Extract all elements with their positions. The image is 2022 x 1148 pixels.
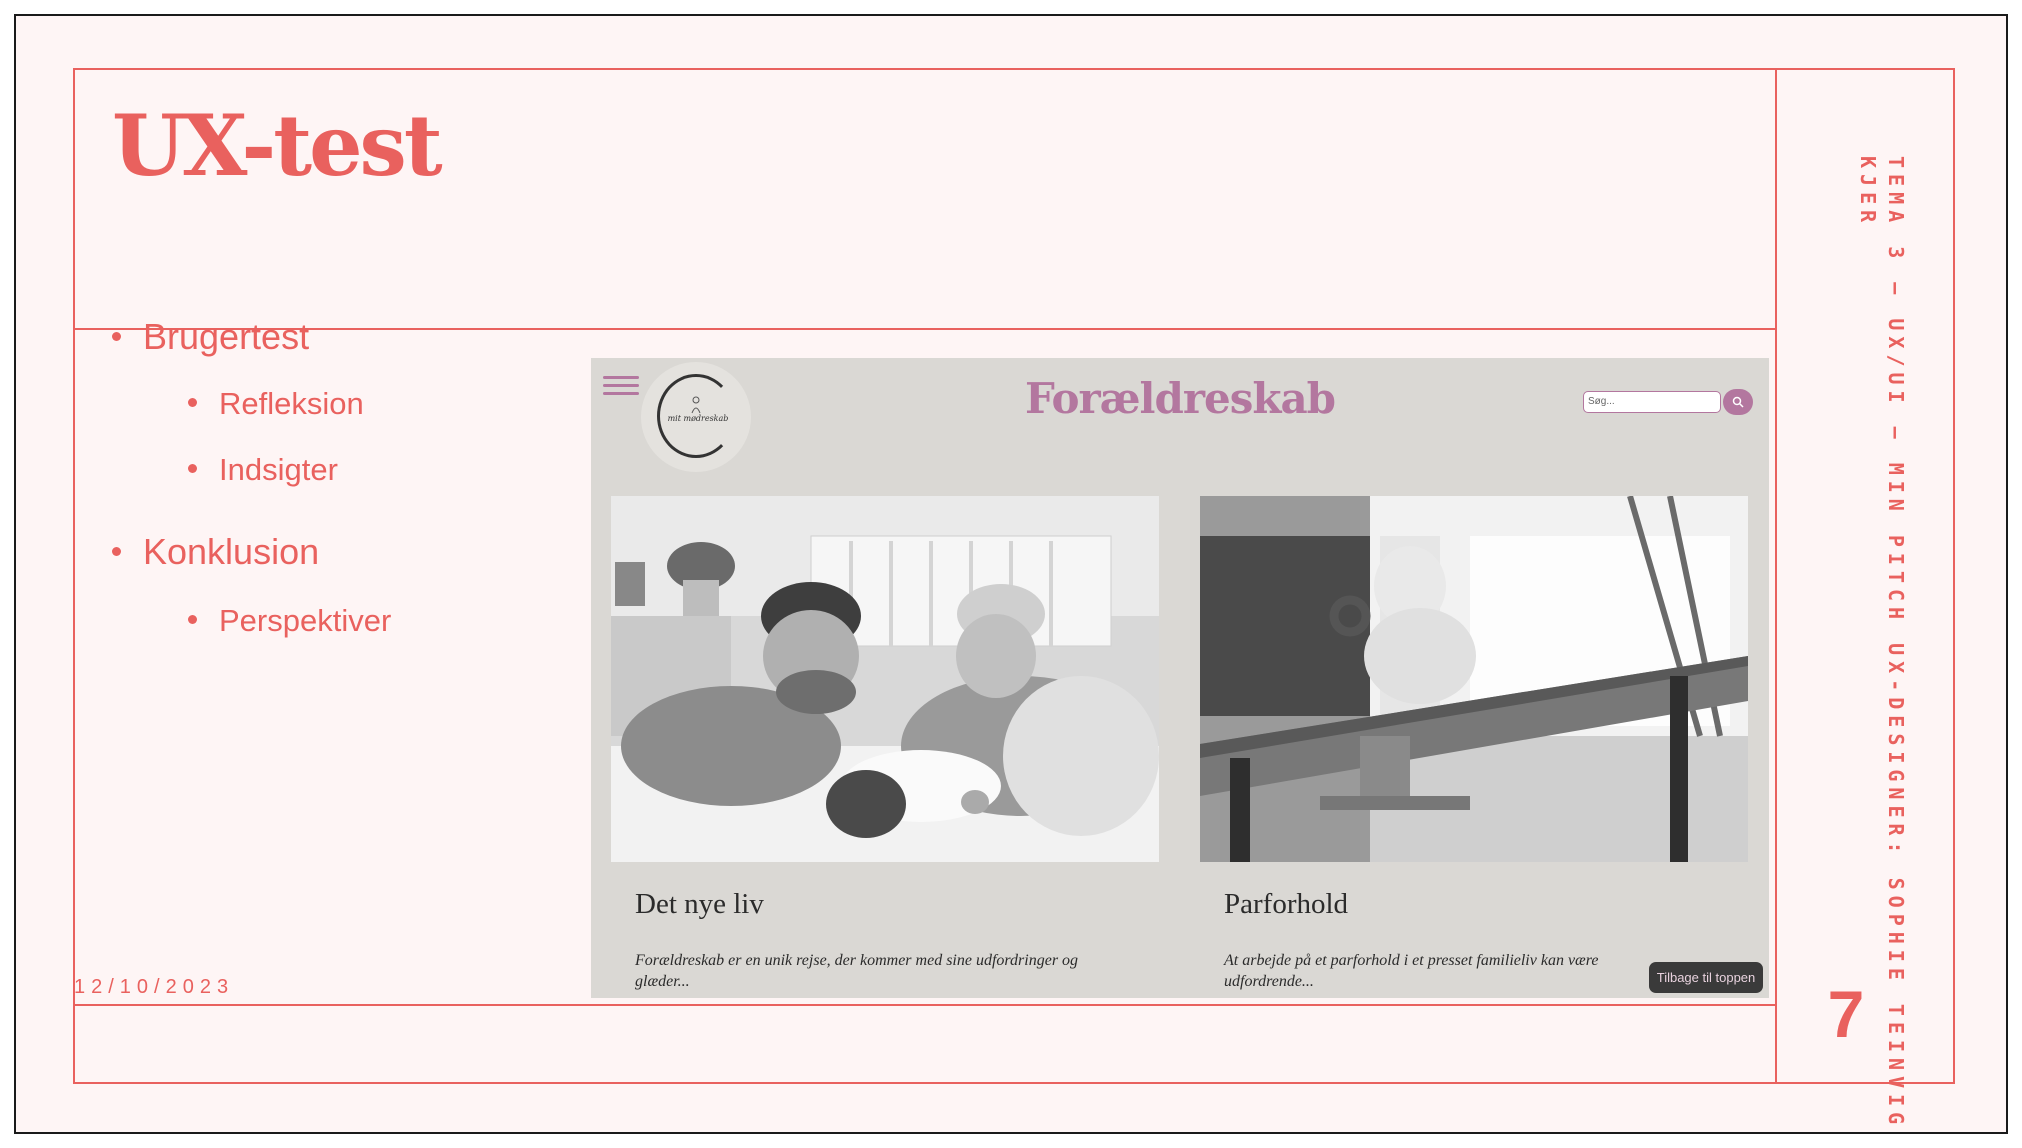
bullet-label: Indsigter — [219, 452, 338, 487]
card-title[interactable]: Parforhold — [1224, 888, 1348, 921]
bullet-dot — [188, 398, 197, 408]
bullet-refleksion: Refleksion — [188, 386, 364, 422]
vertical-divider — [1775, 70, 1777, 1082]
bullet-label: Refleksion — [219, 386, 364, 421]
card-excerpt: At arbejde på et parforhold i et presset… — [1224, 950, 1598, 992]
bullet-dot — [188, 615, 197, 625]
header-divider — [75, 328, 1775, 330]
bullet-label: Perspektiver — [219, 603, 392, 638]
card-excerpt-line: glæder... — [635, 973, 690, 990]
slide: UX-test Brugertest Refleksion Indsigter … — [14, 14, 2008, 1134]
bullet-perspektiver: Perspektiver — [188, 603, 391, 639]
footer-divider — [75, 1004, 1775, 1006]
bullet-brugertest: Brugertest — [112, 316, 309, 358]
search-input[interactable]: Søg... — [1583, 391, 1721, 413]
card-image-baby-table[interactable] — [1200, 496, 1748, 862]
bullet-dot — [188, 464, 197, 474]
slide-title: UX-test — [112, 96, 443, 195]
card-title[interactable]: Det nye liv — [635, 888, 764, 921]
card-excerpt-line: At arbejde på et parforhold i et presset… — [1224, 952, 1599, 969]
card-excerpt-line: udfordrende... — [1224, 973, 1314, 990]
bullet-dot — [112, 331, 121, 341]
bullet-dot — [112, 546, 121, 556]
card-image-parents-baby[interactable] — [611, 496, 1159, 862]
page-number: 7 — [1827, 977, 1865, 1051]
bullet-label: Konklusion — [143, 531, 320, 572]
bullet-indsigter: Indsigter — [188, 452, 338, 488]
bullet-label: Brugertest — [143, 316, 310, 357]
slide-date: 12/10/2023 — [74, 976, 235, 998]
search-icon — [1732, 396, 1744, 408]
search-button[interactable] — [1723, 389, 1753, 415]
website-screenshot: mit mødreskab Forældreskab Søg... Det ny… — [591, 358, 1769, 998]
card-excerpt: Forældreskab er en unik rejse, der komme… — [635, 950, 1078, 992]
bullet-konklusion: Konklusion — [112, 531, 319, 573]
card-excerpt-line: Forældreskab er en unik rejse, der komme… — [635, 952, 1079, 969]
back-to-top-button[interactable]: Tilbage til toppen — [1649, 962, 1763, 993]
